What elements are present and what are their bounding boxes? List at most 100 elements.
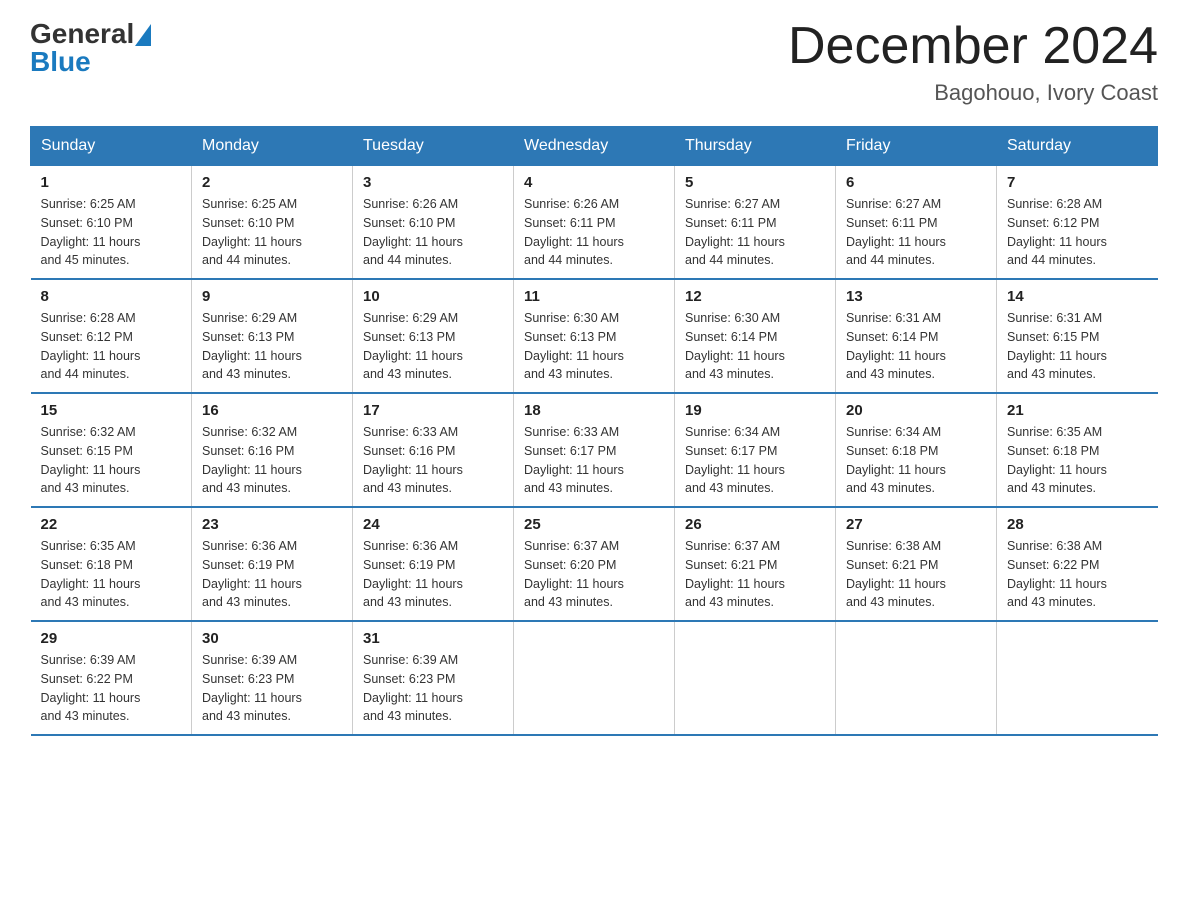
calendar-day-cell: 2 Sunrise: 6:25 AM Sunset: 6:10 PM Dayli… [192,166,353,280]
calendar-day-cell [675,621,836,735]
day-info: Sunrise: 6:34 AM Sunset: 6:17 PM Dayligh… [685,423,825,498]
day-info: Sunrise: 6:34 AM Sunset: 6:18 PM Dayligh… [846,423,986,498]
calendar-week-row: 8 Sunrise: 6:28 AM Sunset: 6:12 PM Dayli… [31,279,1158,393]
day-info: Sunrise: 6:25 AM Sunset: 6:10 PM Dayligh… [41,195,182,270]
calendar-table: Sunday Monday Tuesday Wednesday Thursday… [30,126,1158,736]
day-number: 29 [41,630,182,647]
day-info: Sunrise: 6:26 AM Sunset: 6:11 PM Dayligh… [524,195,664,270]
day-info: Sunrise: 6:27 AM Sunset: 6:11 PM Dayligh… [846,195,986,270]
day-number: 20 [846,402,986,419]
calendar-day-cell: 22 Sunrise: 6:35 AM Sunset: 6:18 PM Dayl… [31,507,192,621]
month-title: December 2024 [788,20,1158,72]
day-info: Sunrise: 6:38 AM Sunset: 6:21 PM Dayligh… [846,537,986,612]
day-info: Sunrise: 6:32 AM Sunset: 6:15 PM Dayligh… [41,423,182,498]
day-number: 30 [202,630,342,647]
header-wednesday: Wednesday [514,127,675,166]
location-title: Bagohouo, Ivory Coast [788,80,1158,106]
calendar-day-cell: 6 Sunrise: 6:27 AM Sunset: 6:11 PM Dayli… [836,166,997,280]
day-info: Sunrise: 6:39 AM Sunset: 6:23 PM Dayligh… [202,651,342,726]
day-info: Sunrise: 6:37 AM Sunset: 6:21 PM Dayligh… [685,537,825,612]
header-sunday: Sunday [31,127,192,166]
day-number: 13 [846,288,986,305]
calendar-day-cell: 16 Sunrise: 6:32 AM Sunset: 6:16 PM Dayl… [192,393,353,507]
calendar-day-cell: 29 Sunrise: 6:39 AM Sunset: 6:22 PM Dayl… [31,621,192,735]
calendar-day-cell [836,621,997,735]
day-number: 27 [846,516,986,533]
day-info: Sunrise: 6:33 AM Sunset: 6:16 PM Dayligh… [363,423,503,498]
day-number: 23 [202,516,342,533]
day-number: 24 [363,516,503,533]
day-info: Sunrise: 6:35 AM Sunset: 6:18 PM Dayligh… [1007,423,1148,498]
header-tuesday: Tuesday [353,127,514,166]
day-number: 6 [846,174,986,191]
day-info: Sunrise: 6:30 AM Sunset: 6:14 PM Dayligh… [685,309,825,384]
day-info: Sunrise: 6:29 AM Sunset: 6:13 PM Dayligh… [202,309,342,384]
calendar-day-cell: 12 Sunrise: 6:30 AM Sunset: 6:14 PM Dayl… [675,279,836,393]
day-info: Sunrise: 6:30 AM Sunset: 6:13 PM Dayligh… [524,309,664,384]
day-number: 5 [685,174,825,191]
day-number: 21 [1007,402,1148,419]
calendar-day-cell: 28 Sunrise: 6:38 AM Sunset: 6:22 PM Dayl… [997,507,1158,621]
day-number: 1 [41,174,182,191]
calendar-day-cell: 18 Sunrise: 6:33 AM Sunset: 6:17 PM Dayl… [514,393,675,507]
day-number: 8 [41,288,182,305]
calendar-day-cell: 10 Sunrise: 6:29 AM Sunset: 6:13 PM Dayl… [353,279,514,393]
calendar-header-row: Sunday Monday Tuesday Wednesday Thursday… [31,127,1158,166]
calendar-week-row: 29 Sunrise: 6:39 AM Sunset: 6:22 PM Dayl… [31,621,1158,735]
day-number: 9 [202,288,342,305]
day-info: Sunrise: 6:39 AM Sunset: 6:22 PM Dayligh… [41,651,182,726]
logo: General Blue [30,20,151,76]
day-number: 19 [685,402,825,419]
calendar-day-cell: 21 Sunrise: 6:35 AM Sunset: 6:18 PM Dayl… [997,393,1158,507]
day-number: 22 [41,516,182,533]
calendar-day-cell: 24 Sunrise: 6:36 AM Sunset: 6:19 PM Dayl… [353,507,514,621]
day-info: Sunrise: 6:31 AM Sunset: 6:14 PM Dayligh… [846,309,986,384]
logo-triangle-icon [135,24,151,46]
calendar-day-cell: 17 Sunrise: 6:33 AM Sunset: 6:16 PM Dayl… [353,393,514,507]
day-info: Sunrise: 6:28 AM Sunset: 6:12 PM Dayligh… [1007,195,1148,270]
day-number: 11 [524,288,664,305]
day-info: Sunrise: 6:28 AM Sunset: 6:12 PM Dayligh… [41,309,182,384]
calendar-day-cell [514,621,675,735]
day-info: Sunrise: 6:37 AM Sunset: 6:20 PM Dayligh… [524,537,664,612]
calendar-day-cell: 1 Sunrise: 6:25 AM Sunset: 6:10 PM Dayli… [31,166,192,280]
calendar-week-row: 15 Sunrise: 6:32 AM Sunset: 6:15 PM Dayl… [31,393,1158,507]
day-number: 18 [524,402,664,419]
title-section: December 2024 Bagohouo, Ivory Coast [788,20,1158,106]
day-info: Sunrise: 6:38 AM Sunset: 6:22 PM Dayligh… [1007,537,1148,612]
calendar-day-cell: 23 Sunrise: 6:36 AM Sunset: 6:19 PM Dayl… [192,507,353,621]
day-number: 31 [363,630,503,647]
calendar-day-cell: 26 Sunrise: 6:37 AM Sunset: 6:21 PM Dayl… [675,507,836,621]
day-info: Sunrise: 6:35 AM Sunset: 6:18 PM Dayligh… [41,537,182,612]
calendar-day-cell: 25 Sunrise: 6:37 AM Sunset: 6:20 PM Dayl… [514,507,675,621]
calendar-day-cell: 27 Sunrise: 6:38 AM Sunset: 6:21 PM Dayl… [836,507,997,621]
header-thursday: Thursday [675,127,836,166]
day-info: Sunrise: 6:31 AM Sunset: 6:15 PM Dayligh… [1007,309,1148,384]
calendar-day-cell: 11 Sunrise: 6:30 AM Sunset: 6:13 PM Dayl… [514,279,675,393]
day-info: Sunrise: 6:32 AM Sunset: 6:16 PM Dayligh… [202,423,342,498]
day-number: 15 [41,402,182,419]
logo-blue: Blue [30,46,91,77]
calendar-day-cell: 3 Sunrise: 6:26 AM Sunset: 6:10 PM Dayli… [353,166,514,280]
day-number: 14 [1007,288,1148,305]
page-header: General Blue December 2024 Bagohouo, Ivo… [30,20,1158,106]
day-number: 4 [524,174,664,191]
day-info: Sunrise: 6:29 AM Sunset: 6:13 PM Dayligh… [363,309,503,384]
calendar-day-cell: 5 Sunrise: 6:27 AM Sunset: 6:11 PM Dayli… [675,166,836,280]
calendar-day-cell: 20 Sunrise: 6:34 AM Sunset: 6:18 PM Dayl… [836,393,997,507]
calendar-day-cell: 19 Sunrise: 6:34 AM Sunset: 6:17 PM Dayl… [675,393,836,507]
calendar-day-cell: 13 Sunrise: 6:31 AM Sunset: 6:14 PM Dayl… [836,279,997,393]
day-info: Sunrise: 6:39 AM Sunset: 6:23 PM Dayligh… [363,651,503,726]
day-number: 17 [363,402,503,419]
logo-general: General [30,20,134,48]
day-info: Sunrise: 6:25 AM Sunset: 6:10 PM Dayligh… [202,195,342,270]
day-number: 3 [363,174,503,191]
day-info: Sunrise: 6:36 AM Sunset: 6:19 PM Dayligh… [202,537,342,612]
calendar-day-cell: 14 Sunrise: 6:31 AM Sunset: 6:15 PM Dayl… [997,279,1158,393]
day-number: 7 [1007,174,1148,191]
day-number: 12 [685,288,825,305]
calendar-day-cell: 4 Sunrise: 6:26 AM Sunset: 6:11 PM Dayli… [514,166,675,280]
header-saturday: Saturday [997,127,1158,166]
day-number: 25 [524,516,664,533]
calendar-week-row: 1 Sunrise: 6:25 AM Sunset: 6:10 PM Dayli… [31,166,1158,280]
